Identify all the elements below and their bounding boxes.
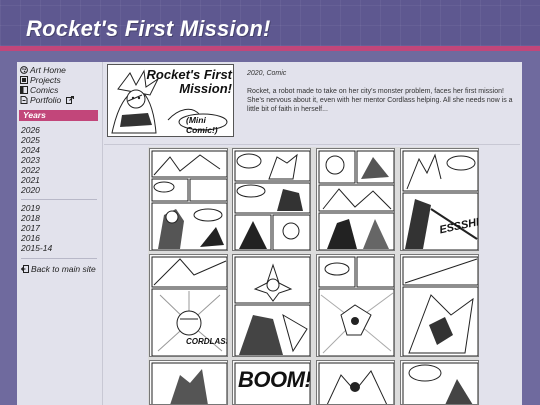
cover-subtitle: (Mini Comic!) xyxy=(186,115,218,135)
nav-projects-label: Projects xyxy=(30,75,61,85)
comic-page[interactable]: BOOM! xyxy=(232,360,311,405)
year-link[interactable]: 2019 xyxy=(21,204,40,213)
year-link[interactable]: 2021 xyxy=(21,176,40,185)
boom-sound-text: BOOM! xyxy=(238,367,311,392)
nav-comics-label: Comics xyxy=(30,85,59,95)
comic-cover-thumbnail[interactable]: Rocket's First Mission! (Mini Comic!) xyxy=(107,64,234,137)
folder-icon xyxy=(20,76,28,84)
content-divider xyxy=(104,144,520,145)
back-to-main-label: Back to main site xyxy=(31,264,96,274)
years-heading: Years xyxy=(19,110,98,121)
back-to-main-link[interactable]: Back to main site xyxy=(20,264,96,274)
year-link[interactable]: 2020 xyxy=(21,186,40,195)
document-icon xyxy=(20,96,28,104)
page-panel: Art Home Projects Comics Portfolio Years… xyxy=(17,62,522,405)
sidebar-divider xyxy=(21,258,97,259)
year-link[interactable]: 2025 xyxy=(21,136,40,145)
year-link[interactable]: 2018 xyxy=(21,214,40,223)
cover-title-line2: Mission! xyxy=(179,81,232,96)
comic-page[interactable]: CORDLASS! xyxy=(149,254,228,357)
comic-page[interactable] xyxy=(316,148,395,251)
year-link[interactable]: 2026 xyxy=(21,126,40,135)
palette-icon xyxy=(20,66,28,74)
comic-page[interactable] xyxy=(316,360,395,405)
comic-description: Rocket, a robot made to take on her city… xyxy=(247,88,513,113)
comic-page[interactable] xyxy=(316,254,395,357)
sidebar: Art Home Projects Comics Portfolio Years… xyxy=(17,62,101,405)
year-divider xyxy=(21,199,97,200)
comic-page[interactable]: ESSSHHH xyxy=(400,148,479,251)
header-accent-bar xyxy=(0,46,540,51)
shout-text: CORDLASS! xyxy=(186,337,227,346)
nav-portfolio[interactable]: Portfolio xyxy=(20,95,76,105)
year-link[interactable]: 2024 xyxy=(21,146,40,155)
comic-pages-grid: ESSSHHH CORDLASS! xyxy=(148,147,479,405)
comic-page[interactable] xyxy=(232,148,311,251)
comic-page[interactable] xyxy=(232,254,311,357)
nav-portfolio-label: Portfolio xyxy=(30,95,62,105)
book-icon xyxy=(20,86,28,94)
year-link[interactable]: 2017 xyxy=(21,224,40,233)
nav-comics[interactable]: Comics xyxy=(20,85,58,95)
sidebar-separator xyxy=(102,62,103,405)
comic-page[interactable] xyxy=(149,148,228,251)
year-link[interactable]: 2016 xyxy=(21,234,40,243)
comic-meta: 2020, Comic xyxy=(247,70,287,77)
comic-page[interactable] xyxy=(149,360,228,405)
back-arrow-icon xyxy=(20,265,29,273)
comic-page[interactable] xyxy=(400,254,479,357)
nav-art-home[interactable]: Art Home xyxy=(20,65,66,75)
nav-projects[interactable]: Projects xyxy=(20,75,61,85)
year-link[interactable]: 2022 xyxy=(21,166,40,175)
site-header: Rocket's First Mission! xyxy=(0,0,540,46)
year-link[interactable]: 2015-14 xyxy=(21,244,52,253)
external-link-icon xyxy=(65,96,74,104)
main-content: Rocket's First Mission! (Mini Comic!) 20… xyxy=(104,62,522,405)
cover-title-line1: Rocket's First xyxy=(146,67,232,82)
comic-page[interactable] xyxy=(400,360,479,405)
year-link[interactable]: 2023 xyxy=(21,156,40,165)
page-title: Rocket's First Mission! xyxy=(26,16,271,41)
nav-art-home-label: Art Home xyxy=(30,65,66,75)
